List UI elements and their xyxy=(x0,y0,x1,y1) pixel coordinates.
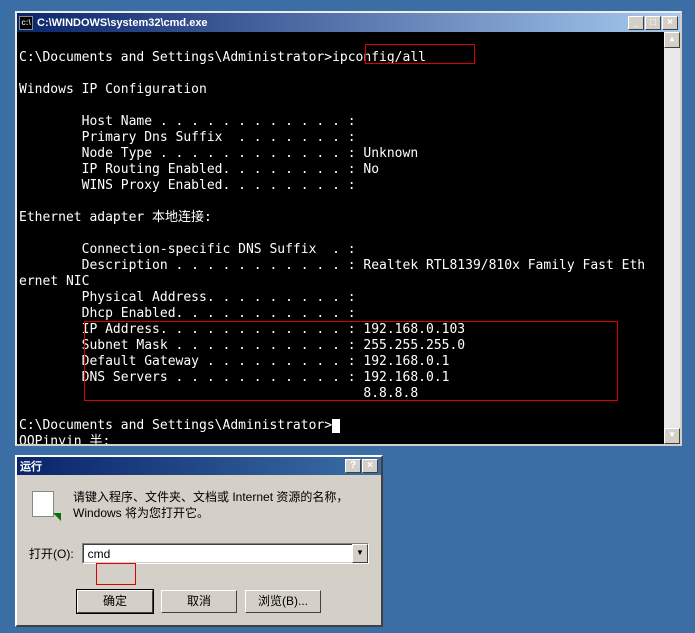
cmd-line: ernet NIC xyxy=(19,274,89,289)
cmd-line: Windows IP Configuration xyxy=(19,82,207,97)
cmd-line: Physical Address. . . . . . . . . : xyxy=(19,290,356,305)
scroll-track[interactable] xyxy=(664,48,680,428)
cmd-line: Subnet Mask . . . . . . . . . . . : 255.… xyxy=(19,338,465,353)
open-label: 打开(O): xyxy=(29,545,74,562)
cmd-titlebar: c:\ C:\WINDOWS\system32\cmd.exe _ □ × xyxy=(17,13,680,32)
cmd-window: c:\ C:\WINDOWS\system32\cmd.exe _ □ × C:… xyxy=(15,11,682,446)
highlight-cmd-input xyxy=(96,563,136,585)
dropdown-button[interactable]: ▼ xyxy=(352,544,368,563)
cmd-line: Ethernet adapter 本地连接: xyxy=(19,210,212,225)
cancel-button[interactable]: 取消 xyxy=(161,590,237,613)
scroll-down-button[interactable]: ▼ xyxy=(664,428,680,444)
cmd-title: C:\WINDOWS\system32\cmd.exe xyxy=(37,17,627,29)
browse-button[interactable]: 浏览(B)... xyxy=(245,590,321,613)
scrollbar[interactable]: ▲ ▼ xyxy=(664,32,680,444)
cmd-line: Host Name . . . . . . . . . . . . : xyxy=(19,114,356,129)
run-title: 运行 xyxy=(20,458,42,474)
cmd-line: C:\Documents and Settings\Administrator>… xyxy=(19,50,426,65)
cmd-line: Node Type . . . . . . . . . . . . : Unkn… xyxy=(19,146,418,161)
cmd-prompt[interactable]: C:\Documents and Settings\Administrator> xyxy=(19,418,332,433)
cmd-output: C:\Documents and Settings\Administrator>… xyxy=(17,32,680,444)
cmd-line: Default Gateway . . . . . . . . . : 192.… xyxy=(19,354,449,369)
minimize-button[interactable]: _ xyxy=(628,16,644,30)
cmd-icon: c:\ xyxy=(19,16,33,30)
scroll-up-button[interactable]: ▲ xyxy=(664,32,680,48)
run-body: 请键入程序、文件夹、文档或 Internet 资源的名称，Windows 将为您… xyxy=(17,475,381,625)
ime-status: QQPinyin 半: xyxy=(19,434,110,444)
help-button[interactable]: ? xyxy=(345,459,361,473)
run-titlebar: 运行 ? × xyxy=(17,457,381,475)
cmd-line: Description . . . . . . . . . . . : Real… xyxy=(19,258,645,273)
cmd-line: 8.8.8.8 xyxy=(19,386,418,401)
cmd-line: WINS Proxy Enabled. . . . . . . . : xyxy=(19,178,356,193)
close-button[interactable]: × xyxy=(362,459,378,473)
cmd-line: IP Address. . . . . . . . . . . . : 192.… xyxy=(19,322,465,337)
run-description: 请键入程序、文件夹、文档或 Internet 资源的名称，Windows 将为您… xyxy=(73,489,369,521)
open-input[interactable] xyxy=(83,544,352,563)
cmd-line: Dhcp Enabled. . . . . . . . . . . : xyxy=(19,306,356,321)
cmd-line: DNS Servers . . . . . . . . . . . : 192.… xyxy=(19,370,449,385)
cmd-line: Connection-specific DNS Suffix . : xyxy=(19,242,356,257)
open-combobox[interactable]: ▼ xyxy=(82,543,369,564)
maximize-button[interactable]: □ xyxy=(645,16,661,30)
cursor-icon xyxy=(332,419,340,433)
cmd-line: IP Routing Enabled. . . . . . . . : No xyxy=(19,162,379,177)
run-dialog: 运行 ? × 请键入程序、文件夹、文档或 Internet 资源的名称，Wind… xyxy=(15,455,383,627)
ok-button[interactable]: 确定 xyxy=(77,590,153,613)
close-button[interactable]: × xyxy=(662,16,678,30)
cmd-line: Primary Dns Suffix . . . . . . . : xyxy=(19,130,356,145)
run-icon xyxy=(29,489,61,521)
